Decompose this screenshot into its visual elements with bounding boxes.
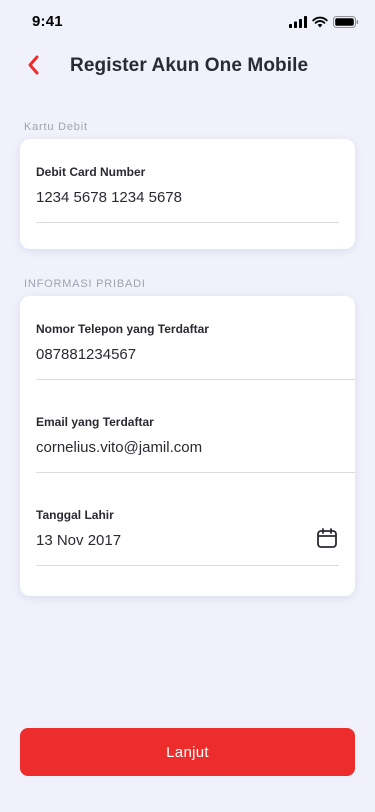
calendar-icon (316, 527, 338, 554)
birthdate-input[interactable] (36, 532, 296, 549)
phone-underline (36, 379, 355, 380)
birthdate-label: Tanggal Lahir (36, 508, 114, 522)
email-input[interactable] (36, 439, 296, 456)
chevron-left-icon (26, 54, 40, 81)
phone-input[interactable] (36, 346, 296, 363)
back-button[interactable] (20, 54, 46, 80)
signal-icon (289, 15, 307, 33)
submit-button[interactable]: Lanjut (20, 728, 355, 776)
birthdate-field: Tanggal Lahir (36, 508, 339, 568)
battery-icon (333, 15, 359, 33)
calendar-button[interactable] (315, 527, 339, 554)
section-label-personal: INFORMASI PRIBADI (24, 278, 146, 290)
status-icons (289, 15, 359, 33)
card-number-field: Debit Card Number (36, 165, 339, 225)
section-label-debit: Kartu Debit (24, 121, 88, 133)
phone-label: Nomor Telepon yang Terdaftar (36, 322, 209, 336)
email-field: Email yang Terdaftar (36, 415, 355, 475)
email-underline (36, 472, 355, 473)
register-screen: 9:41 Register Akun One Mobile Kartu Debi… (0, 0, 375, 812)
personal-info-card: Nomor Telepon yang Terdaftar Email yang … (20, 296, 355, 596)
status-bar: 9:41 (0, 0, 375, 44)
status-time: 9:41 (32, 13, 63, 30)
page-title: Register Akun One Mobile (70, 55, 309, 76)
wifi-icon (312, 15, 328, 33)
birthdate-underline (36, 565, 339, 566)
debit-card: Debit Card Number (20, 139, 355, 249)
card-number-underline (36, 222, 339, 223)
header: Register Akun One Mobile (0, 44, 375, 90)
phone-field: Nomor Telepon yang Terdaftar (36, 322, 355, 382)
card-number-label: Debit Card Number (36, 165, 146, 179)
email-label: Email yang Terdaftar (36, 415, 154, 429)
card-number-input[interactable] (36, 189, 296, 206)
